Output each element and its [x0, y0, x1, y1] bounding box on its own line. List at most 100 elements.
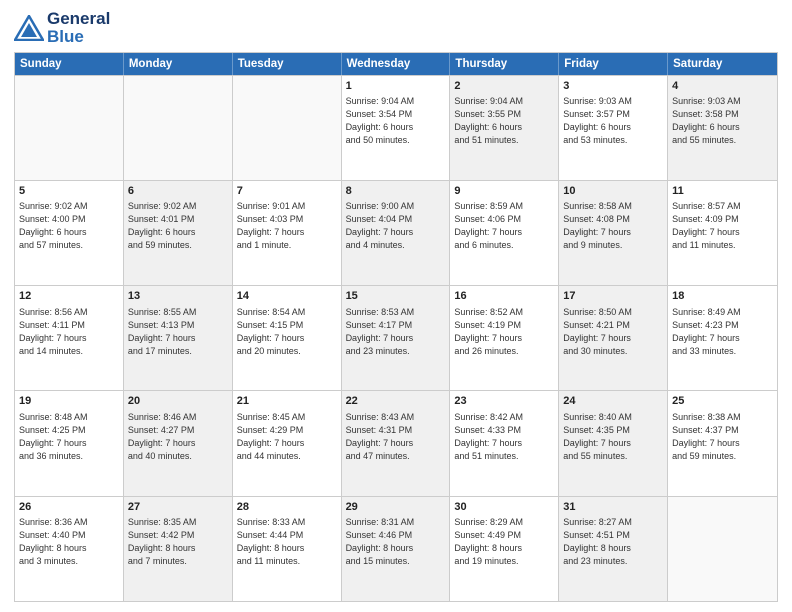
- day-number: 16: [454, 289, 554, 304]
- calendar-header: SundayMondayTuesdayWednesdayThursdayFrid…: [15, 53, 777, 75]
- cell-text-line: Daylight: 7 hours: [128, 332, 228, 345]
- cell-text-line: and 51 minutes.: [454, 450, 554, 463]
- cell-text-line: Sunset: 4:49 PM: [454, 529, 554, 542]
- cal-cell: 12Sunrise: 8:56 AMSunset: 4:11 PMDayligh…: [15, 286, 124, 390]
- cal-cell: 6Sunrise: 9:02 AMSunset: 4:01 PMDaylight…: [124, 181, 233, 285]
- cal-header-wednesday: Wednesday: [342, 53, 451, 75]
- cell-text-line: Sunset: 4:29 PM: [237, 424, 337, 437]
- day-number: 29: [346, 500, 446, 515]
- cal-cell: 13Sunrise: 8:55 AMSunset: 4:13 PMDayligh…: [124, 286, 233, 390]
- cell-text-line: Sunset: 4:03 PM: [237, 213, 337, 226]
- cell-text-line: Sunset: 4:51 PM: [563, 529, 663, 542]
- day-number: 26: [19, 500, 119, 515]
- cell-text-line: and 51 minutes.: [454, 134, 554, 147]
- day-number: 12: [19, 289, 119, 304]
- cell-text-line: Daylight: 8 hours: [237, 542, 337, 555]
- day-number: 2: [454, 79, 554, 94]
- cal-cell: 26Sunrise: 8:36 AMSunset: 4:40 PMDayligh…: [15, 497, 124, 601]
- cell-text-line: and 57 minutes.: [19, 239, 119, 252]
- cell-text-line: Daylight: 7 hours: [672, 332, 773, 345]
- cell-text-line: Sunset: 3:55 PM: [454, 108, 554, 121]
- cell-text-line: Daylight: 8 hours: [563, 542, 663, 555]
- cell-text-line: Sunset: 4:01 PM: [128, 213, 228, 226]
- cell-text-line: Sunset: 4:35 PM: [563, 424, 663, 437]
- cell-text-line: Daylight: 6 hours: [128, 226, 228, 239]
- cell-text-line: and 36 minutes.: [19, 450, 119, 463]
- cell-text-line: and 59 minutes.: [672, 450, 773, 463]
- cell-text-line: and 6 minutes.: [454, 239, 554, 252]
- cell-text-line: Sunrise: 8:46 AM: [128, 411, 228, 424]
- day-number: 8: [346, 184, 446, 199]
- cal-cell: 1Sunrise: 9:04 AMSunset: 3:54 PMDaylight…: [342, 76, 451, 180]
- cell-text-line: Daylight: 7 hours: [237, 332, 337, 345]
- cell-text-line: Sunrise: 8:38 AM: [672, 411, 773, 424]
- day-number: 23: [454, 394, 554, 409]
- cal-header-sunday: Sunday: [15, 53, 124, 75]
- cell-text-line: Sunset: 4:25 PM: [19, 424, 119, 437]
- cell-text-line: Sunset: 3:57 PM: [563, 108, 663, 121]
- cal-cell: 31Sunrise: 8:27 AMSunset: 4:51 PMDayligh…: [559, 497, 668, 601]
- cell-text-line: and 4 minutes.: [346, 239, 446, 252]
- cell-text-line: Daylight: 7 hours: [346, 332, 446, 345]
- logo: General Blue: [14, 10, 110, 46]
- cal-header-saturday: Saturday: [668, 53, 777, 75]
- cell-text-line: Daylight: 7 hours: [563, 332, 663, 345]
- cell-text-line: Sunrise: 8:42 AM: [454, 411, 554, 424]
- cell-text-line: Daylight: 7 hours: [563, 437, 663, 450]
- cal-cell: 19Sunrise: 8:48 AMSunset: 4:25 PMDayligh…: [15, 391, 124, 495]
- day-number: 4: [672, 79, 773, 94]
- cal-week-2: 5Sunrise: 9:02 AMSunset: 4:00 PMDaylight…: [15, 180, 777, 285]
- cell-text-line: Sunrise: 8:53 AM: [346, 306, 446, 319]
- cal-cell: 24Sunrise: 8:40 AMSunset: 4:35 PMDayligh…: [559, 391, 668, 495]
- day-number: 1: [346, 79, 446, 94]
- general-blue-icon: [14, 15, 44, 41]
- cell-text-line: Sunrise: 8:50 AM: [563, 306, 663, 319]
- cell-text-line: Daylight: 7 hours: [19, 437, 119, 450]
- cell-text-line: Sunrise: 9:03 AM: [672, 95, 773, 108]
- cal-header-monday: Monday: [124, 53, 233, 75]
- cal-week-3: 12Sunrise: 8:56 AMSunset: 4:11 PMDayligh…: [15, 285, 777, 390]
- page: General Blue SundayMondayTuesdayWednesda…: [0, 0, 792, 612]
- cal-week-4: 19Sunrise: 8:48 AMSunset: 4:25 PMDayligh…: [15, 390, 777, 495]
- cell-text-line: Sunset: 4:11 PM: [19, 319, 119, 332]
- cell-text-line: Sunset: 4:40 PM: [19, 529, 119, 542]
- cal-cell: 27Sunrise: 8:35 AMSunset: 4:42 PMDayligh…: [124, 497, 233, 601]
- cell-text-line: Daylight: 7 hours: [454, 332, 554, 345]
- day-number: 5: [19, 184, 119, 199]
- cell-text-line: Sunset: 4:23 PM: [672, 319, 773, 332]
- cal-cell: [124, 76, 233, 180]
- cal-cell: 28Sunrise: 8:33 AMSunset: 4:44 PMDayligh…: [233, 497, 342, 601]
- cell-text-line: and 55 minutes.: [563, 450, 663, 463]
- cell-text-line: and 7 minutes.: [128, 555, 228, 568]
- day-number: 25: [672, 394, 773, 409]
- cell-text-line: Daylight: 6 hours: [346, 121, 446, 134]
- cal-cell: 7Sunrise: 9:01 AMSunset: 4:03 PMDaylight…: [233, 181, 342, 285]
- cell-text-line: Daylight: 7 hours: [237, 437, 337, 450]
- cell-text-line: and 30 minutes.: [563, 345, 663, 358]
- day-number: 6: [128, 184, 228, 199]
- cell-text-line: Daylight: 7 hours: [672, 437, 773, 450]
- cell-text-line: Sunrise: 8:48 AM: [19, 411, 119, 424]
- cell-text-line: and 20 minutes.: [237, 345, 337, 358]
- cal-week-1: 1Sunrise: 9:04 AMSunset: 3:54 PMDaylight…: [15, 75, 777, 180]
- day-number: 27: [128, 500, 228, 515]
- cal-cell: [15, 76, 124, 180]
- cell-text-line: Sunrise: 9:02 AM: [128, 200, 228, 213]
- cal-cell: 21Sunrise: 8:45 AMSunset: 4:29 PMDayligh…: [233, 391, 342, 495]
- cell-text-line: Sunrise: 8:36 AM: [19, 516, 119, 529]
- cell-text-line: Sunrise: 8:59 AM: [454, 200, 554, 213]
- cell-text-line: and 59 minutes.: [128, 239, 228, 252]
- day-number: 24: [563, 394, 663, 409]
- cell-text-line: Sunset: 4:37 PM: [672, 424, 773, 437]
- cell-text-line: Sunrise: 8:27 AM: [563, 516, 663, 529]
- cell-text-line: and 19 minutes.: [454, 555, 554, 568]
- cell-text-line: and 11 minutes.: [672, 239, 773, 252]
- cal-cell: 14Sunrise: 8:54 AMSunset: 4:15 PMDayligh…: [233, 286, 342, 390]
- cell-text-line: Daylight: 6 hours: [454, 121, 554, 134]
- cell-text-line: Daylight: 7 hours: [128, 437, 228, 450]
- cal-cell: 11Sunrise: 8:57 AMSunset: 4:09 PMDayligh…: [668, 181, 777, 285]
- cell-text-line: Sunset: 4:19 PM: [454, 319, 554, 332]
- cell-text-line: Daylight: 6 hours: [19, 226, 119, 239]
- cell-text-line: and 15 minutes.: [346, 555, 446, 568]
- cell-text-line: Sunrise: 9:02 AM: [19, 200, 119, 213]
